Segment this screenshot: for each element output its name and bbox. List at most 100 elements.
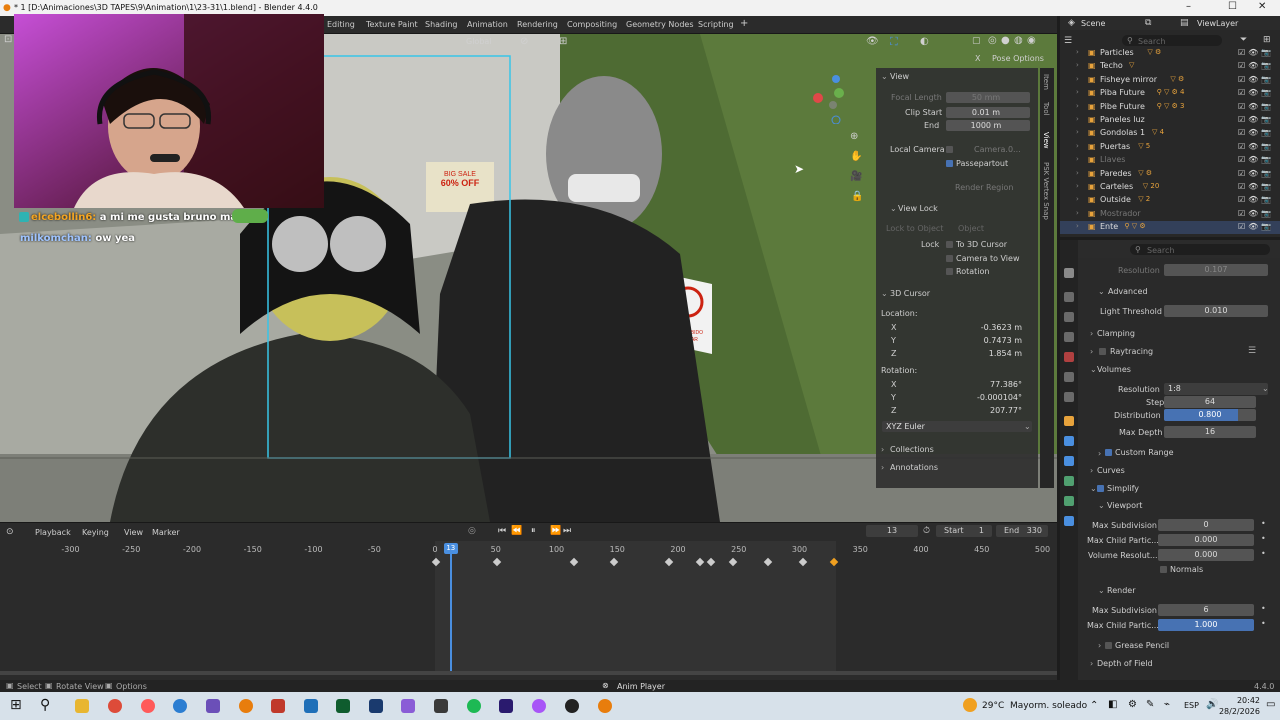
annotations-header[interactable]: Annotations: [890, 463, 938, 472]
clock-date[interactable]: 28/2/2026: [1212, 707, 1260, 716]
painter-icon[interactable]: [336, 699, 350, 713]
tab-animation[interactable]: Animation: [467, 20, 508, 29]
new-collection-icon[interactable]: ⊞: [1263, 35, 1271, 45]
collection-tab-icon[interactable]: [1064, 392, 1074, 402]
outliner-row[interactable]: › ▣ Outside ▽ 2 ☑👁📷: [1060, 194, 1280, 207]
timeline-scrollbar[interactable]: [0, 671, 1057, 675]
rotation-mode-dropdown[interactable]: XYZ Euler: [882, 421, 1032, 432]
tab-geometry-nodes[interactable]: Geometry Nodes: [626, 20, 693, 29]
weather-icon[interactable]: [963, 698, 977, 712]
location-z-field[interactable]: 1.854 m: [882, 348, 1026, 359]
photos-icon[interactable]: [304, 699, 318, 713]
new-scene-icon[interactable]: ⧉: [1145, 18, 1151, 28]
outliner-row[interactable]: › ▣ Llaves ☑👁📷: [1060, 154, 1280, 167]
notifications-icon[interactable]: ▭: [1266, 699, 1275, 710]
language-indicator[interactable]: ESP: [1184, 701, 1199, 710]
expand-arrow-icon[interactable]: ›: [1076, 128, 1079, 136]
expand-arrow-icon[interactable]: ›: [1076, 48, 1079, 56]
shading-rendered-icon[interactable]: ◉: [1027, 35, 1036, 46]
expand-arrow-icon[interactable]: ›: [1076, 182, 1079, 190]
expand-arrow-icon[interactable]: ›: [1076, 209, 1079, 217]
volumes-panel-header[interactable]: Volumes: [1097, 365, 1131, 374]
outliner-item-name[interactable]: Gondolas 1: [1100, 128, 1145, 137]
vp-volume-res-field[interactable]: 0.000: [1158, 549, 1254, 561]
data-tab-icon[interactable]: [1064, 516, 1074, 526]
outliner-item-name[interactable]: Pibe Future: [1100, 102, 1145, 111]
next-keyframe-icon[interactable]: ⏩: [550, 526, 561, 536]
close-button[interactable]: ✕: [1258, 1, 1266, 12]
custom-range-panel-header[interactable]: Custom Range: [1115, 448, 1174, 457]
view-lock-header[interactable]: View Lock: [898, 204, 938, 213]
timeline-editor-icon[interactable]: ⊙: [6, 527, 14, 537]
expand-arrow-icon[interactable]: ›: [1076, 142, 1079, 150]
navigation-gizmo[interactable]: [812, 74, 852, 124]
3d-cursor-header[interactable]: 3D Cursor: [890, 289, 930, 298]
tab-item[interactable]: Item: [1042, 74, 1050, 90]
advanced-panel-header[interactable]: Advanced: [1108, 287, 1148, 296]
grease-pencil-panel-header[interactable]: Grease Pencil: [1115, 641, 1169, 650]
current-frame-field[interactable]: 13: [866, 525, 918, 537]
curves-panel-header[interactable]: Curves: [1097, 466, 1125, 475]
cancel-job-icon[interactable]: ⊗: [602, 681, 609, 690]
visibility-toggles-icon[interactable]: ☑👁📷: [1238, 182, 1274, 191]
expand-arrow-icon[interactable]: ›: [1076, 61, 1079, 69]
visibility-toggles-icon[interactable]: ☑👁📷: [1238, 209, 1274, 218]
local-camera-field[interactable]: Camera.0...: [974, 145, 1021, 154]
chrome-icon[interactable]: [108, 699, 122, 713]
editor-type-icon[interactable]: ⊡: [4, 34, 12, 45]
after-effects-icon[interactable]: [499, 699, 513, 713]
shading-solid-icon[interactable]: ●: [1001, 35, 1010, 46]
location-x-field[interactable]: -0.3623 m: [882, 322, 1026, 333]
camera-to-view-option[interactable]: Camera to View: [946, 254, 1020, 263]
tab-view[interactable]: View: [1042, 132, 1050, 149]
visibility-toggles-icon[interactable]: ☑👁📷: [1238, 222, 1274, 231]
jump-end-icon[interactable]: ⏭: [563, 526, 571, 536]
vp-max-child-field[interactable]: 0.000: [1158, 534, 1254, 546]
expand-arrow-icon[interactable]: ›: [1076, 155, 1079, 163]
simplify-panel-header[interactable]: Simplify: [1107, 484, 1139, 493]
steps-field[interactable]: 64: [1164, 396, 1256, 408]
visibility-toggles-icon[interactable]: ☑👁📷: [1238, 88, 1274, 97]
tab-psk-vertex-snap[interactable]: PSK Vertex Snap: [1042, 162, 1050, 220]
outliner-row[interactable]: › ▣ Gondolas 1 ▽ 4 ☑👁📷: [1060, 127, 1280, 140]
expand-arrow-icon[interactable]: ›: [1076, 75, 1079, 83]
video-app-icon[interactable]: [271, 699, 285, 713]
expand-arrow-icon[interactable]: ›: [1076, 195, 1079, 203]
resolution-top-field[interactable]: 0.107: [1164, 264, 1268, 276]
camera-view-icon[interactable]: 🎥: [850, 171, 862, 182]
app3-icon[interactable]: [434, 699, 448, 713]
list-icon[interactable]: ☰: [1248, 346, 1256, 356]
outliner-row[interactable]: › ▣ Techo ▽ ☑👁📷: [1060, 60, 1280, 73]
view-section-header[interactable]: View: [890, 72, 909, 81]
tray-app-icon[interactable]: ◧: [1108, 699, 1117, 710]
pan-hand-icon[interactable]: ✋: [850, 151, 862, 162]
pause-icon[interactable]: ⏸: [531, 526, 536, 536]
tab-tool[interactable]: Tool: [1042, 102, 1050, 116]
snap-icon[interactable]: ⊘: [520, 36, 528, 47]
scene-selector[interactable]: Scene: [1081, 19, 1105, 28]
outliner-item-name[interactable]: Paneles luz: [1100, 115, 1145, 124]
zoom-icon[interactable]: ⊕: [850, 131, 858, 142]
view-menu[interactable]: View: [124, 528, 143, 537]
particles-tab-icon[interactable]: [1064, 456, 1074, 466]
scene-tab-icon[interactable]: [1064, 352, 1074, 362]
modifiers-tab-icon[interactable]: [1064, 436, 1074, 446]
outliner-item-name[interactable]: Puertas: [1100, 142, 1130, 151]
camera-to-view-checkbox[interactable]: [946, 255, 953, 262]
expand-arrow-icon[interactable]: ›: [1076, 115, 1079, 123]
tab-texture-paint[interactable]: Texture Paint: [366, 20, 418, 29]
xray-icon[interactable]: ▢: [972, 36, 981, 46]
raytracing-panel-header[interactable]: Raytracing: [1110, 347, 1153, 356]
blender-taskbar-icon[interactable]: [239, 699, 253, 713]
playback-menu[interactable]: Playback: [35, 528, 71, 537]
distribution-slider[interactable]: 0.800: [1164, 409, 1256, 421]
collections-header[interactable]: Collections: [890, 445, 934, 454]
lock-object-field[interactable]: Object: [958, 224, 984, 233]
volume-resolution-dropdown[interactable]: 1:8: [1164, 383, 1268, 395]
grease-pencil-checkbox[interactable]: [1105, 642, 1112, 649]
visibility-toggles-icon[interactable]: ☑👁📷: [1238, 115, 1274, 124]
tab-shading[interactable]: Shading: [425, 20, 458, 29]
clock-time[interactable]: 20:42: [1218, 696, 1260, 705]
overlay-icon[interactable]: ◐: [920, 36, 929, 47]
vp-max-subdivision-field[interactable]: 0: [1158, 519, 1254, 531]
